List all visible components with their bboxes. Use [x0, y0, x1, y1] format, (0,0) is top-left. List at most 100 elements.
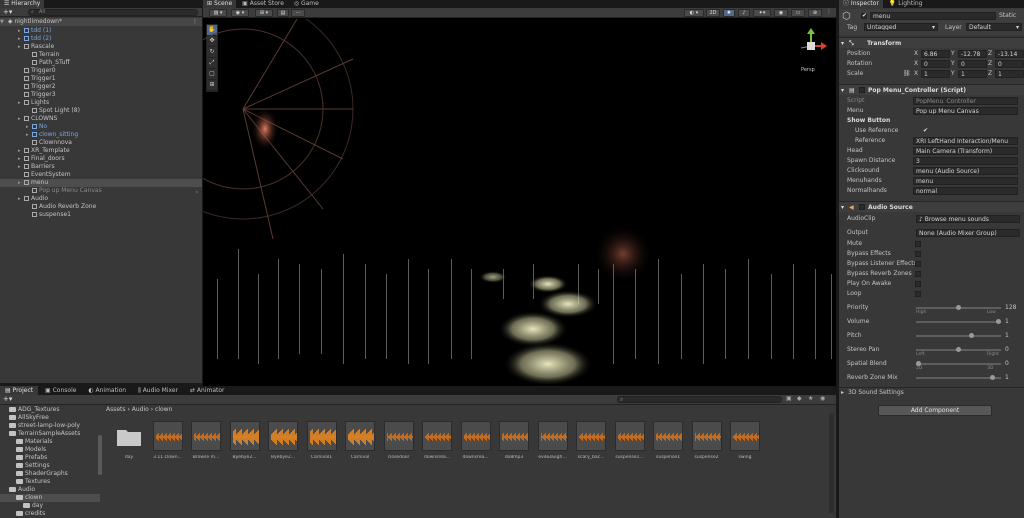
hierarchy-item[interactable]: Spot Light (8)	[0, 107, 202, 115]
transform-x-field[interactable]: 6.86	[921, 50, 950, 58]
audio-enabled-checkbox[interactable]	[859, 204, 865, 210]
search-by-type-icon[interactable]: ▣	[786, 395, 792, 402]
hierarchy-item[interactable]: ▸ menu	[0, 179, 202, 187]
expand-arrow-icon[interactable]: ▼	[0, 18, 6, 26]
audio-slider-track[interactable]	[916, 333, 1001, 338]
transform-x-field[interactable]: 0	[921, 60, 950, 68]
script-component-header[interactable]: ▾ ▤ Pop Menu_Controller (Script)	[839, 84, 1024, 95]
output-field[interactable]: None (Audio Mixer Group)	[916, 229, 1020, 237]
audio-toggle-icon[interactable]: ♪	[738, 9, 750, 17]
hierarchy-item[interactable]: Path_STuff	[0, 59, 202, 67]
active-checkbox[interactable]: ✔	[861, 12, 867, 19]
audio-slider-knob[interactable]	[956, 305, 961, 310]
hidden-objects-icon[interactable]: ◉	[774, 9, 788, 17]
audio-slider-track[interactable]	[916, 319, 1001, 324]
breadcrumb-audio[interactable]: Audio	[132, 406, 149, 413]
transform-y-field[interactable]: 0	[958, 60, 987, 68]
tab-inspector[interactable]: ⓘ Inspector	[839, 0, 883, 8]
scene-row[interactable]: ▼ ◈ nightlimedown* ⋮	[0, 18, 202, 26]
hierarchy-item[interactable]: Clownnova	[0, 139, 202, 147]
audio-toggle-checkbox[interactable]	[915, 241, 921, 247]
asset-folder[interactable]: day	[114, 421, 144, 460]
asset-audio-clip[interactable]: evil&laugh...	[537, 421, 568, 460]
project-folder-item[interactable]: TerrainSampleAssets	[0, 430, 100, 438]
static-toggle[interactable]: Static	[999, 12, 1016, 19]
scene-menu-icon[interactable]: ⋮	[826, 8, 832, 15]
tab-project[interactable]: ▤ Project	[0, 386, 39, 395]
shading-mode-button[interactable]: ◐ ▾	[684, 9, 704, 17]
project-folder-item[interactable]: AllSkyFree	[0, 414, 100, 422]
hierarchy-item[interactable]: ▸ Rascale	[0, 43, 202, 51]
layer-dropdown[interactable]: Default ▾	[966, 23, 1022, 31]
hierarchy-item[interactable]: ▸ No	[0, 123, 202, 131]
asset-audio-clip[interactable]: Carnival1	[306, 421, 337, 460]
tab-scene[interactable]: ⊞ Scene	[203, 0, 237, 8]
asset-audio-clip[interactable]: Carnival	[345, 421, 375, 460]
script-field-value[interactable]: 3	[913, 157, 1018, 165]
toggle-2d-button[interactable]: 2D	[706, 9, 720, 17]
project-folder-item[interactable]: ShaderGraphs	[0, 470, 100, 478]
audio-slider-knob[interactable]	[989, 375, 995, 380]
project-folder-item[interactable]: Settings	[0, 462, 100, 470]
scene-camera-icon[interactable]: ▭	[791, 9, 805, 17]
constrain-proportions-icon[interactable]: ⛓	[903, 69, 911, 79]
hierarchy-item[interactable]: Trigger0	[0, 67, 202, 75]
audio-slider-knob[interactable]	[968, 333, 974, 338]
tab-lighting[interactable]: 💡 Lighting	[885, 0, 927, 8]
transform-z-field[interactable]: 1	[995, 70, 1024, 78]
hierarchy-item[interactable]: ▸ clown_sitting	[0, 131, 202, 139]
asset-audio-clip[interactable]: downsrea...	[422, 421, 452, 460]
increment-snap-button[interactable]: ⋯	[291, 9, 305, 17]
audio-slider-value[interactable]: 128	[1005, 303, 1016, 313]
project-search-input[interactable]: ⌕	[617, 396, 782, 403]
asset-audio-clip[interactable]: closedoor	[383, 421, 414, 460]
script-field-value[interactable]: menu	[913, 177, 1018, 185]
scene-render[interactable]	[203, 19, 836, 386]
script-field-value[interactable]: Pop up Menu Canvas	[913, 107, 1018, 115]
add-icon[interactable]: +▾	[3, 8, 12, 16]
project-folder-item[interactable]: Materials	[0, 438, 100, 446]
hierarchy-item[interactable]: ▸ Lights	[0, 99, 202, 107]
project-folder-item[interactable]: street-lamp-low-poly	[0, 422, 100, 430]
tab-console[interactable]: ▣ Console	[40, 386, 81, 395]
audio-slider-knob[interactable]	[996, 319, 1001, 324]
asset-audio-clip[interactable]: Byebye2...	[229, 421, 260, 460]
audio-slider-track[interactable]	[916, 305, 1001, 310]
tab-game[interactable]: ◎ Game	[290, 0, 323, 8]
asset-audio-clip[interactable]: 3.11 clown...	[152, 421, 183, 460]
orientation-gizmo[interactable]: Persp	[791, 26, 831, 74]
breadcrumb-assets[interactable]: Assets	[106, 406, 126, 413]
transform-y-field[interactable]: -12.78	[958, 50, 987, 58]
breadcrumb-clown[interactable]: clown	[155, 406, 172, 413]
audio-slider-value[interactable]: 0	[1005, 345, 1009, 355]
hidden-packages-icon[interactable]: ◉	[820, 395, 825, 402]
script-field-value[interactable]: normal	[913, 187, 1018, 195]
assets-scrollbar[interactable]	[829, 413, 834, 513]
audio-slider-value[interactable]: 1	[1005, 317, 1009, 327]
hierarchy-item[interactable]: ▸ tdd (2)	[0, 35, 202, 43]
audio-slider-track[interactable]	[916, 361, 1001, 366]
tab-animator[interactable]: ⇄ Animator	[185, 386, 230, 395]
tree-scrollbar[interactable]	[98, 435, 102, 475]
hierarchy-item[interactable]: ▸ tdd (1)	[0, 27, 202, 35]
asset-audio-clip[interactable]: suspense1...	[614, 421, 645, 460]
sound3d-row[interactable]: ▸ 3D Sound Settings	[839, 387, 1024, 397]
object-name-field[interactable]: menu	[870, 12, 996, 20]
chevron-right-icon[interactable]: ›	[196, 189, 198, 196]
tab-hierarchy[interactable]: ☰ Hierarchy	[0, 0, 45, 8]
tab-asset-store[interactable]: ▣ Asset Store	[238, 0, 288, 8]
draw-mode-button[interactable]: ▨ ▾	[209, 9, 227, 17]
audio-toggle-checkbox[interactable]	[915, 271, 921, 277]
project-folder-item[interactable]: day	[0, 502, 100, 510]
asset-audio-clip[interactable]: Browse m...	[191, 421, 221, 460]
tab-animation[interactable]: ◐ Animation	[83, 386, 131, 395]
project-folder-item[interactable]: Models	[0, 446, 100, 454]
hierarchy-item[interactable]: ▸ Final_doors	[0, 155, 202, 163]
project-folder-item[interactable]: Audio	[0, 486, 100, 494]
use-reference-checkbox[interactable]: ✔	[923, 126, 928, 136]
transform-header[interactable]: ▾ ⤡ Transform	[839, 37, 1024, 48]
global-button[interactable]: ⊞ ▾	[255, 9, 273, 17]
scene-menu-icon[interactable]: ⋮	[192, 18, 198, 26]
hierarchy-item[interactable]: ▸ XR_Template	[0, 147, 202, 155]
tag-dropdown[interactable]: Untagged ▾	[864, 23, 938, 31]
